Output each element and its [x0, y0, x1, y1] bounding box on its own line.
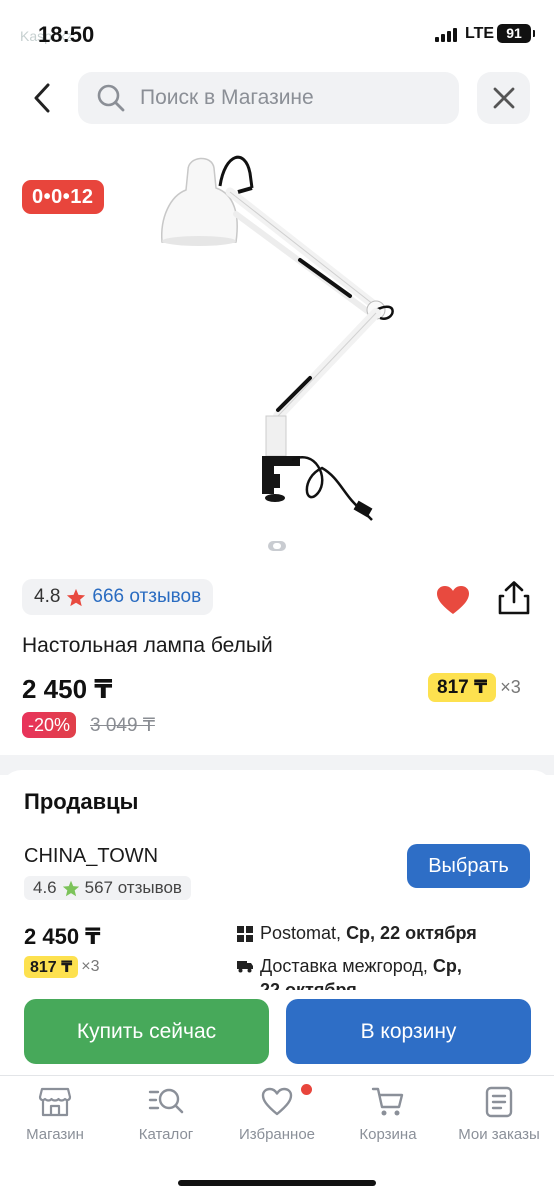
- status-bar: Kaspi.kz 18:50 LTE 91: [0, 0, 554, 66]
- old-price: 3 049 ₸: [90, 715, 155, 736]
- seller-name[interactable]: CHINA_TOWN: [24, 845, 158, 868]
- seller-installment-amount: 817 ₸: [24, 956, 79, 978]
- reviews-count-link[interactable]: 666 отзывов: [92, 586, 201, 608]
- seller-rating-chip[interactable]: 4.6 567 отзывов: [24, 876, 191, 900]
- star-icon: [67, 588, 86, 606]
- product-title: Настольная лампа белый: [22, 634, 273, 657]
- tab-catalog[interactable]: Каталог: [111, 1086, 221, 1143]
- favorites-notification-dot: [301, 1084, 312, 1095]
- star-icon: [62, 880, 79, 896]
- product-rating-chip[interactable]: 4.8 666 отзывов: [22, 579, 214, 615]
- tab-favorites-label: Избранное: [238, 1126, 316, 1143]
- buy-now-button[interactable]: Купить сейчас: [24, 999, 269, 1064]
- seller-price: 2 450 ₸: [24, 924, 101, 949]
- truck-icon: [237, 961, 253, 973]
- product-image[interactable]: [150, 148, 410, 538]
- installment-badge[interactable]: 817 ₸ ×3: [428, 673, 521, 702]
- orders-icon: [485, 1086, 513, 1118]
- catalog-search-icon: [148, 1088, 184, 1114]
- discount-badge: -20%: [22, 712, 77, 738]
- search-input[interactable]: Поиск в Магазине: [78, 72, 459, 124]
- cart-icon: [371, 1087, 404, 1116]
- close-icon: [493, 87, 514, 109]
- seller-rating-value: 4.6: [33, 878, 57, 897]
- heart-icon: [261, 1087, 293, 1116]
- delivery-1-date: Ср, 22 октября: [346, 923, 477, 943]
- delivery-2-method: Доставка межгород,: [260, 956, 428, 976]
- image-pagination-indicator: [268, 541, 286, 551]
- postomat-icon: [237, 925, 253, 942]
- network-label: LTE: [465, 25, 495, 42]
- close-button[interactable]: [477, 72, 530, 124]
- back-button[interactable]: [22, 76, 62, 120]
- rating-value: 4.8: [34, 586, 61, 607]
- home-indicator: [178, 1180, 376, 1186]
- product-price: 2 450 ₸: [22, 674, 113, 704]
- tab-cart-label: Корзина: [359, 1126, 417, 1143]
- shop-icon: [38, 1087, 72, 1117]
- favorite-heart-icon[interactable]: [436, 585, 470, 615]
- add-to-cart-button[interactable]: В корзину: [286, 999, 531, 1064]
- share-icon[interactable]: [497, 580, 531, 616]
- search-placeholder: Поиск в Магазине: [140, 86, 314, 109]
- tab-shop[interactable]: Магазин: [0, 1086, 110, 1143]
- tab-shop-label: Магазин: [26, 1126, 84, 1143]
- installment-multiplier: ×3: [500, 677, 521, 697]
- chevron-left-icon: [34, 83, 50, 113]
- countdown-timer-badge: 0•0•12: [22, 180, 104, 214]
- seller-installment-multiplier: ×3: [81, 958, 100, 975]
- tab-orders[interactable]: Мои заказы: [444, 1086, 554, 1143]
- seller-installment-badge: 817 ₸ ×3: [24, 956, 100, 978]
- signal-icon: [435, 28, 457, 42]
- battery-icon: 91: [497, 24, 535, 43]
- delivery-1-method: Postomat,: [260, 923, 342, 943]
- seller-reviews-count: 567 отзывов: [84, 878, 182, 897]
- status-time: 18:50: [38, 22, 95, 47]
- installment-amount: 817 ₸: [428, 673, 497, 702]
- select-seller-button[interactable]: Выбрать: [407, 844, 530, 888]
- tab-orders-label: Мои заказы: [458, 1126, 540, 1143]
- delivery-option-postomat: Postomat, Ср, 22 октября: [236, 923, 477, 944]
- tab-catalog-label: Каталог: [138, 1126, 194, 1143]
- search-icon: [97, 84, 125, 112]
- sellers-heading: Продавцы: [24, 789, 139, 814]
- tab-favorites[interactable]: Избранное: [222, 1086, 332, 1143]
- delivery-option-intercity: Доставка межгород, Ср, 22 октября: [236, 954, 486, 990]
- tab-cart[interactable]: Корзина: [333, 1086, 443, 1143]
